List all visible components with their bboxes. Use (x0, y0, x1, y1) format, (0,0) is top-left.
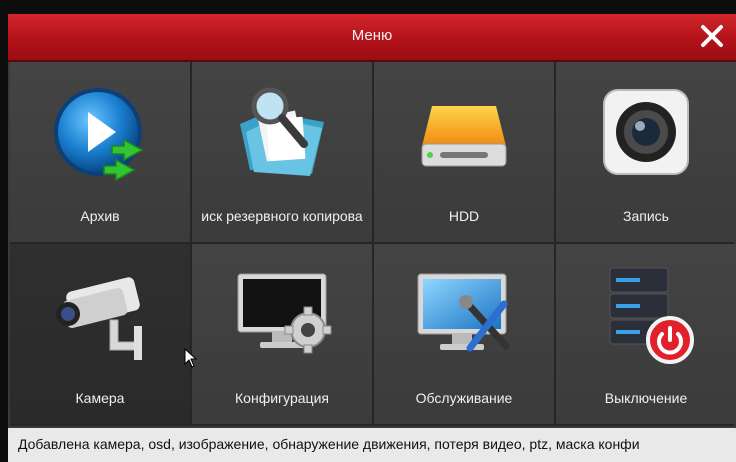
menu-item-label: Запись (623, 208, 669, 224)
hdd-icon (421, 106, 507, 167)
menu-window: Меню Архив иск резервного копирова HDD З… (8, 14, 736, 462)
mouse-cursor-icon (184, 348, 198, 368)
status-text: Добавлена камера, osd, изображение, обна… (18, 436, 640, 452)
window-title: Меню (351, 27, 393, 44)
menu-item-configuration[interactable]: Конфигурация (192, 244, 372, 424)
menu-item-record[interactable]: Запись (556, 62, 736, 242)
menu-item-label: Выключение (604, 390, 688, 406)
monitor-gear-icon (237, 273, 332, 354)
playback-icon (54, 88, 144, 182)
menu-item-label: иск резервного копирова (201, 208, 363, 224)
server-power-icon (609, 267, 694, 364)
menu-item-shutdown[interactable]: Выключение (556, 244, 736, 424)
menu-item-label: Камера (75, 390, 125, 406)
monitor-tools-icon (417, 273, 510, 352)
menu-item-archive[interactable]: Архив (10, 62, 190, 242)
menu-item-hdd[interactable]: HDD (374, 62, 554, 242)
menu-item-maintenance[interactable]: Обслуживание (374, 244, 554, 424)
cctv-camera-icon (56, 277, 142, 360)
menu-item-label: Конфигурация (235, 390, 329, 406)
menu-item-label: Обслуживание (415, 390, 513, 406)
menu-item-camera[interactable]: Камера (10, 244, 190, 424)
menu-item-backup[interactable]: иск резервного копирова (192, 62, 372, 242)
status-bar: Добавлена камера, osd, изображение, обна… (8, 428, 736, 462)
title-bar: Меню (8, 14, 736, 62)
menu-item-label: HDD (448, 208, 480, 224)
backup-folder-icon (240, 87, 324, 176)
record-camera-icon (603, 89, 689, 175)
menu-grid: Архив иск резервного копирова HDD Запись… (10, 62, 736, 426)
menu-item-label: Архив (80, 208, 120, 224)
close-icon[interactable] (698, 22, 726, 50)
